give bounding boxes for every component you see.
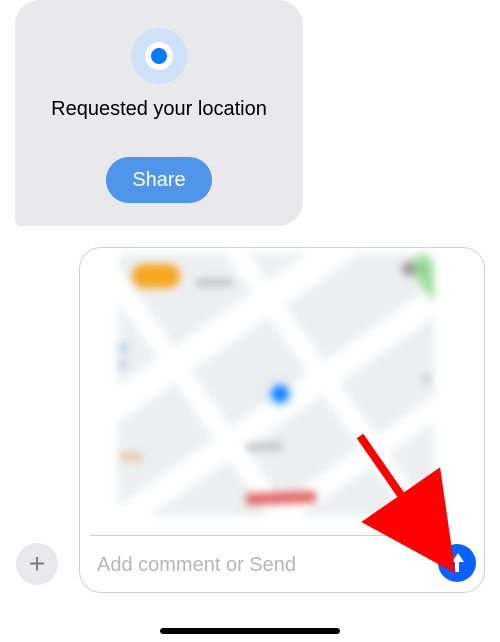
map-label: ta xyxy=(118,356,126,371)
map-detail xyxy=(246,491,316,505)
message-composer: ec ta xxxxx xxxxx x 1 xxx xyxy=(79,247,485,593)
map-label: 1 xyxy=(419,262,426,277)
current-location-dot xyxy=(268,382,292,406)
messages-screen: Requested your location Share ec ta xxxx… xyxy=(0,0,500,642)
map-poi-dot xyxy=(402,262,416,276)
home-indicator xyxy=(160,628,340,634)
arrow-up-icon xyxy=(449,555,465,571)
map-label: xxx xyxy=(120,448,142,463)
share-location-button[interactable]: Share xyxy=(106,157,212,203)
divider xyxy=(90,535,426,536)
map-label: xxxxx xyxy=(196,274,232,289)
map-attachment-preview[interactable]: ec ta xxxxx xxxxx x 1 xxx xyxy=(118,254,434,516)
add-attachment-button[interactable]: + xyxy=(16,543,58,585)
map-label: x xyxy=(423,370,430,385)
location-request-bubble: Requested your location Share xyxy=(15,0,303,226)
location-request-text: Requested your location xyxy=(51,98,267,121)
send-button[interactable] xyxy=(438,544,476,582)
comment-input[interactable] xyxy=(95,538,424,592)
map-label: ec xyxy=(118,340,128,355)
map-label: xxxxx xyxy=(246,438,282,453)
location-icon xyxy=(131,28,187,84)
